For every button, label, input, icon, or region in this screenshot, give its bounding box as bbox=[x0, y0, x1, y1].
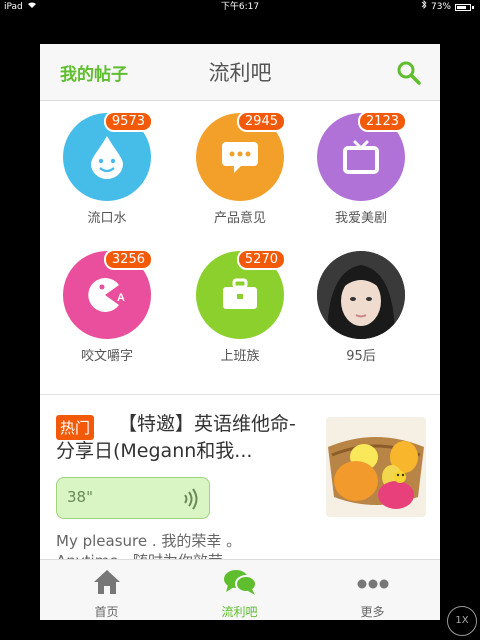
group-circle: 2123 bbox=[317, 111, 407, 201]
group-label: 产品意见 bbox=[213, 211, 266, 226]
nav-bar: 我的帖子 流利吧 bbox=[40, 44, 440, 101]
post-excerpt-line1: My pleasure . 我的荣幸 。 bbox=[56, 532, 242, 550]
tab-bar: 首页 流利吧 更多 bbox=[40, 559, 440, 620]
briefcase-icon bbox=[223, 278, 257, 309]
sound-wave-icon bbox=[181, 488, 199, 514]
zoom-button[interactable]: 1X bbox=[447, 606, 477, 636]
tab-home[interactable]: 首页 bbox=[40, 560, 173, 620]
tab-label: 首页 bbox=[94, 605, 119, 619]
group-item-95hou[interactable]: 95后 bbox=[301, 251, 421, 364]
drop-face-icon bbox=[91, 136, 123, 179]
tab-liuliba[interactable]: 流利吧 bbox=[173, 560, 306, 620]
tv-icon bbox=[343, 140, 379, 174]
status-time: 下午6:17 bbox=[220, 2, 260, 12]
group-item-yaowenjiaozi[interactable]: A 3256 咬文嚼字 bbox=[47, 249, 167, 364]
group-grid: 9573 流口水 2945 产品意见 2123 我爱美剧 A 3256 咬文嚼字… bbox=[40, 101, 440, 394]
group-label: 上班族 bbox=[220, 349, 260, 364]
group-circle: 9573 bbox=[63, 111, 153, 201]
voice-message-button[interactable]: 38" bbox=[56, 477, 210, 519]
chat-bubbles-icon bbox=[223, 570, 257, 595]
tab-more[interactable]: 更多 bbox=[306, 560, 439, 620]
speech-bubble-icon bbox=[222, 142, 258, 173]
battery-percent: 73% bbox=[430, 2, 451, 12]
svg-text:A: A bbox=[117, 292, 125, 304]
group-label: 咬文嚼字 bbox=[80, 349, 133, 364]
group-circle: 2945 bbox=[196, 111, 286, 201]
pacman-icon: A bbox=[88, 278, 125, 312]
count-badge: 9573 bbox=[103, 111, 153, 132]
group-item-shangbanzu[interactable]: 5270 上班族 bbox=[180, 249, 300, 364]
post-title: 【特邀】英语维他命-分享日(Megann和我... bbox=[56, 413, 296, 462]
group-label: 我爱美剧 bbox=[334, 211, 387, 226]
group-circle: A 3256 bbox=[63, 249, 153, 339]
app-window: 我的帖子 流利吧 9573 流口水 2945 产品意见 2123 我爱美剧 A … bbox=[40, 44, 440, 620]
tab-label: 流利吧 bbox=[221, 605, 258, 619]
group-item-woaimeiju[interactable]: 2123 我爱美剧 bbox=[301, 111, 421, 226]
search-icon[interactable] bbox=[396, 60, 422, 86]
home-icon bbox=[93, 570, 120, 594]
group-circle: 5270 bbox=[196, 249, 286, 339]
group-item-liukoushui[interactable]: 9573 流口水 bbox=[47, 111, 167, 226]
battery-icon bbox=[455, 3, 471, 11]
bluetooth-icon bbox=[421, 0, 427, 14]
status-bar: iPad 下午6:17 73% bbox=[0, 0, 480, 14]
avatar bbox=[317, 251, 405, 339]
count-badge: 5270 bbox=[236, 249, 286, 270]
tab-label: 更多 bbox=[360, 605, 385, 619]
group-label: 95后 bbox=[346, 349, 376, 364]
voice-duration: 38" bbox=[67, 488, 93, 506]
count-badge: 2945 bbox=[236, 111, 286, 132]
featured-post[interactable]: 热门 【特邀】英语维他命-分享日(Megann和我... 38" My plea… bbox=[40, 395, 440, 570]
count-badge: 3256 bbox=[103, 249, 153, 270]
group-label: 流口水 bbox=[87, 211, 127, 226]
more-dots-icon bbox=[357, 579, 388, 589]
page-title: 流利吧 bbox=[208, 61, 272, 85]
post-thumbnail bbox=[326, 417, 426, 517]
count-badge: 2123 bbox=[357, 111, 407, 132]
group-item-chanpinyijian[interactable]: 2945 产品意见 bbox=[180, 111, 300, 226]
